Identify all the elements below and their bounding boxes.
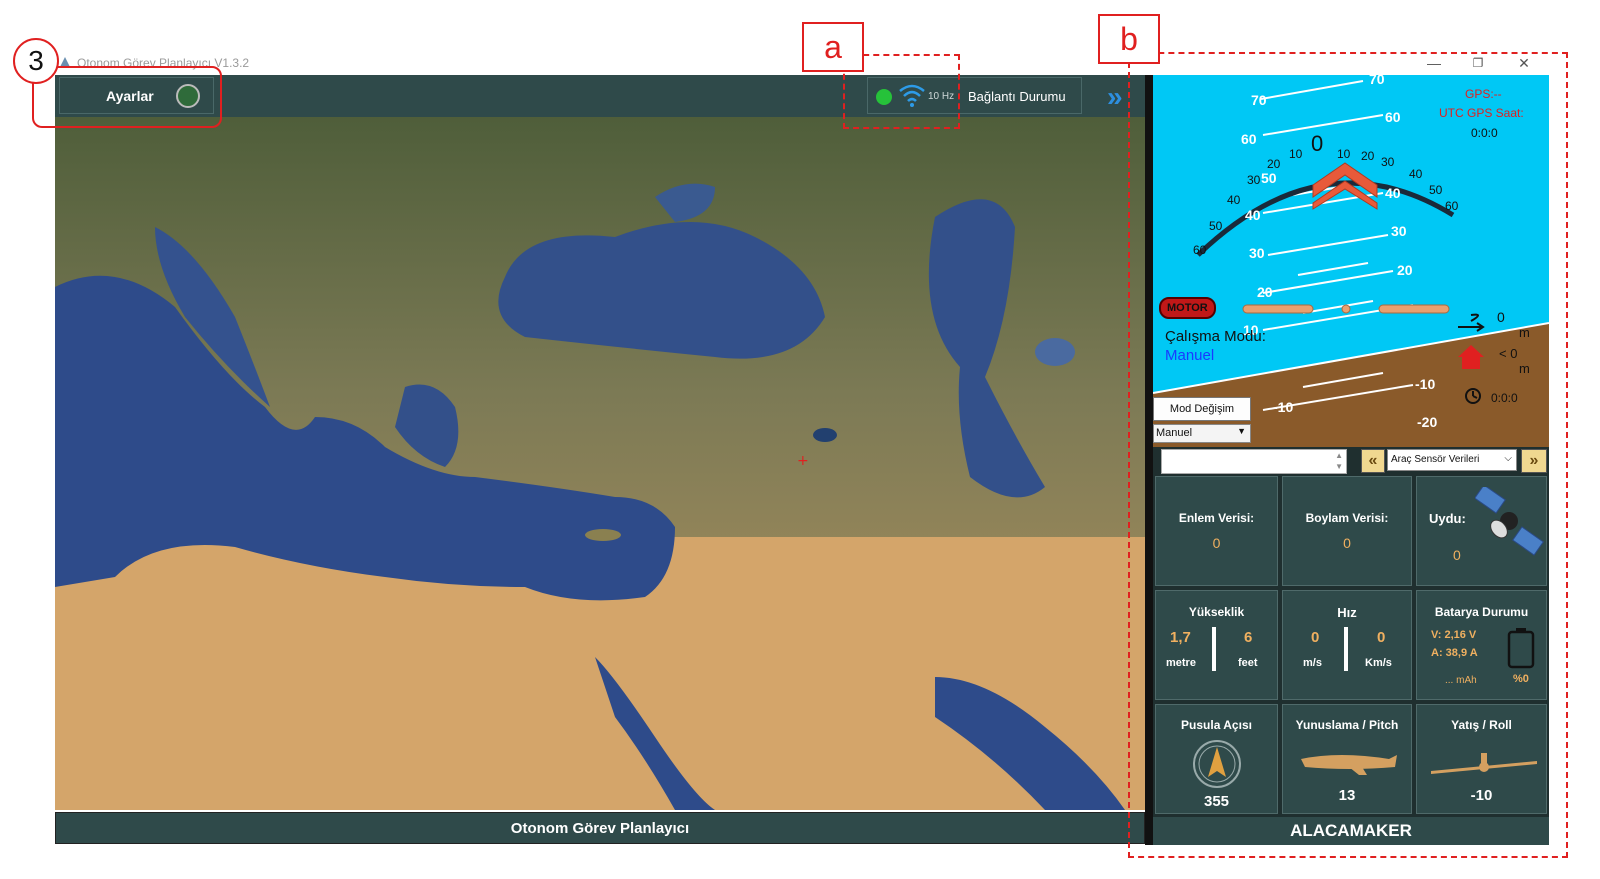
satellite-map: +: [55, 117, 1145, 810]
footer-title: Otonom Görev Planlayıcı: [55, 812, 1145, 844]
annotation-label-b: b: [1098, 14, 1160, 64]
annotation-region-3: [32, 66, 222, 128]
annotation-label-3: 3: [13, 38, 59, 84]
annotation-label-a: a: [802, 22, 864, 72]
annotation-region-b: [1128, 52, 1568, 858]
panel-toggle-chevron-icon[interactable]: »: [1107, 81, 1122, 113]
map-crosshair-icon: +: [797, 453, 809, 469]
map-view[interactable]: +: [55, 117, 1145, 810]
connection-status-label: Bağlantı Durumu: [968, 89, 1066, 104]
